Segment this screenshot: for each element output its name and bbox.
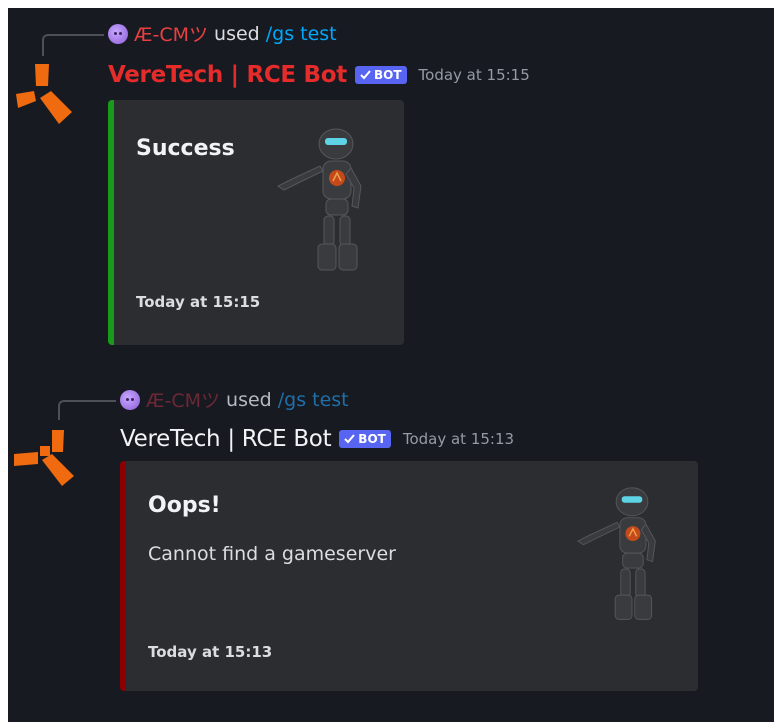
reply-used-text: used — [226, 388, 272, 411]
embed-card: Success Today at 15:15 — [108, 100, 404, 345]
orange-bracket-logo-icon[interactable] — [12, 428, 76, 492]
embed-footer-timestamp: Today at 15:15 — [136, 293, 261, 311]
bot-badge: BOT — [354, 66, 407, 84]
robot-thumbnail[interactable] — [266, 126, 376, 276]
author-name[interactable]: VereTech | RCE Bot — [120, 426, 332, 452]
robot-thumbnail[interactable] — [566, 485, 670, 625]
reply-command[interactable]: /gs test — [266, 23, 337, 45]
embed-card: Oops! Cannot find a gameserver Today at … — [120, 461, 698, 691]
embed-description: Cannot find a gameserver — [148, 543, 396, 565]
chat-panel: Æ-CMツ used /gs test VereTech | RCE Bot B… — [8, 8, 774, 722]
message-timestamp[interactable]: Today at 15:13 — [403, 430, 514, 448]
reply-connector — [58, 400, 116, 420]
reply-username[interactable]: Æ-CMツ — [134, 20, 208, 47]
reply-avatar-icon — [108, 23, 128, 44]
embed-footer-timestamp: Today at 15:13 — [148, 643, 273, 661]
reply-context[interactable]: Æ-CMツ used /gs test — [108, 20, 337, 47]
checkmark-icon — [344, 434, 356, 444]
reply-used-text: used — [214, 22, 260, 45]
reply-avatar-icon — [120, 389, 140, 410]
reply-connector — [42, 34, 104, 56]
message-header: VereTech | RCE Bot BOT Today at 15:15 — [108, 62, 530, 88]
author-name[interactable]: VereTech | RCE Bot — [108, 62, 347, 88]
reply-username[interactable]: Æ-CMツ — [146, 386, 220, 413]
embed-title: Success — [136, 136, 235, 161]
checkmark-icon — [360, 70, 371, 80]
reply-command[interactable]: /gs test — [278, 389, 349, 411]
reply-context[interactable]: Æ-CMツ used /gs test — [120, 386, 349, 413]
embed-title: Oops! — [148, 493, 221, 518]
bot-badge-label: BOT — [358, 432, 386, 446]
bot-badge: BOT — [339, 430, 391, 448]
message-header: VereTech | RCE Bot BOT Today at 15:13 — [120, 426, 514, 452]
message-timestamp[interactable]: Today at 15:15 — [419, 66, 530, 84]
bot-badge-label: BOT — [373, 68, 402, 82]
orange-bracket-logo-icon[interactable] — [10, 64, 74, 128]
